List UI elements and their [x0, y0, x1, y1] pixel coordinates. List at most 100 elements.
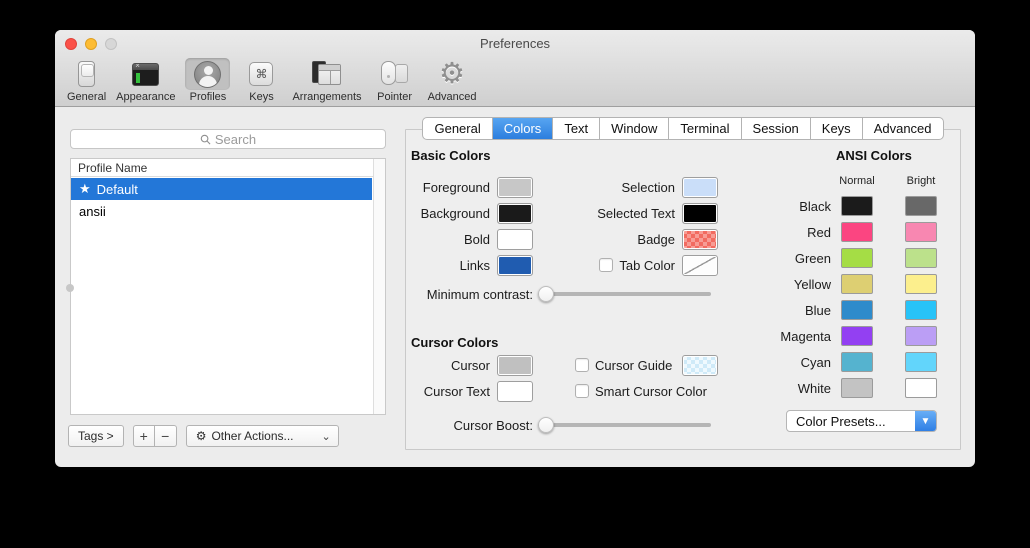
add-profile-button[interactable]: + [133, 425, 155, 447]
cursor-colors-right-column: Cursor Guide Smart Cursor Color [575, 352, 718, 404]
toolbar-item-keys[interactable]: ⌘ Keys [240, 58, 282, 103]
tab-advanced[interactable]: Advanced [862, 118, 943, 139]
splitter-handle-dot[interactable] [66, 284, 74, 292]
tags-button[interactable]: Tags > [68, 425, 124, 447]
ansi-green-bright-well[interactable] [905, 248, 937, 268]
profile-row-ansii[interactable]: ansii [71, 200, 372, 222]
tab-keys[interactable]: Keys [810, 118, 862, 139]
toolbar-item-advanced[interactable]: ⚙ Advanced [428, 58, 477, 103]
general-toggle-icon [78, 61, 95, 87]
slider-knob[interactable] [538, 417, 554, 433]
ansi-yellow-normal-well[interactable] [841, 274, 873, 294]
color-presets-dropdown[interactable]: Color Presets... ▼ [786, 410, 937, 432]
basic-colors-title: Basic Colors [411, 148, 490, 163]
tab-text[interactable]: Text [552, 118, 599, 139]
tab-window[interactable]: Window [599, 118, 668, 139]
ansi-yellow-bright-well[interactable] [905, 274, 937, 294]
cursor-label: Cursor [405, 358, 490, 373]
minimum-contrast-slider[interactable] [538, 286, 711, 302]
window-title: Preferences [55, 36, 975, 51]
badge-label: Badge [637, 232, 675, 247]
chevron-down-icon: ⌄ [321, 430, 330, 443]
ansi-white-normal-well[interactable] [841, 378, 873, 398]
ansi-row-yellow: Yellow [761, 271, 937, 297]
profile-list-header[interactable]: Profile Name [71, 159, 385, 177]
ansi-black-normal-well[interactable] [841, 196, 873, 216]
minimum-contrast-label: Minimum contrast: [410, 287, 533, 302]
selection-color-well[interactable] [682, 177, 718, 198]
selected-text-label: Selected Text [597, 206, 675, 221]
ansi-colors-title: ANSI Colors [836, 148, 937, 163]
tab-color-label: Tab Color [619, 258, 675, 273]
remove-profile-button[interactable]: − [155, 425, 177, 447]
cursor-boost-label: Cursor Boost: [410, 418, 533, 433]
preferences-window: Preferences General Appearance Profiles … [55, 30, 975, 467]
basic-colors-right-column: Selection Selected Text Badge Tab Color [555, 174, 718, 278]
tab-general[interactable]: General [423, 118, 491, 139]
chevron-down-icon: ▼ [915, 411, 936, 431]
selected-text-color-well[interactable] [682, 203, 718, 224]
cursor-guide-color-well[interactable] [682, 355, 718, 376]
bold-color-well[interactable] [497, 229, 533, 250]
tab-colors[interactable]: Colors [492, 118, 553, 139]
tab-terminal[interactable]: Terminal [668, 118, 740, 139]
background-label: Background [405, 206, 490, 221]
links-label: Links [405, 258, 490, 273]
keys-keycap-icon: ⌘ [249, 62, 273, 86]
toolbar-item-general[interactable]: General [67, 58, 106, 103]
toolbar: General Appearance Profiles ⌘ Keys Arran… [67, 58, 477, 103]
slider-knob[interactable] [538, 286, 554, 302]
cursor-boost-row: Cursor Boost: [410, 416, 711, 434]
cursor-colors-left-column: Cursor Cursor Text [405, 352, 533, 404]
tab-color-checkbox[interactable] [599, 258, 613, 272]
cursor-guide-checkbox[interactable] [575, 358, 589, 372]
minimum-contrast-row: Minimum contrast: [410, 285, 711, 303]
ansi-blue-bright-well[interactable] [905, 300, 937, 320]
tab-color-well[interactable] [682, 255, 718, 276]
titlebar[interactable]: Preferences [55, 30, 975, 57]
profiles-person-icon [194, 61, 221, 88]
ansi-cyan-bright-well[interactable] [905, 352, 937, 372]
cursor-guide-label: Cursor Guide [595, 358, 672, 373]
ansi-cyan-normal-well[interactable] [841, 352, 873, 372]
background-color-well[interactable] [497, 203, 533, 224]
toolbar-item-appearance[interactable]: Appearance [116, 58, 175, 103]
window-header: Preferences General Appearance Profiles … [55, 30, 975, 107]
cursor-boost-slider[interactable] [538, 417, 711, 433]
ansi-red-normal-well[interactable] [841, 222, 873, 242]
profile-actions: Tags > + − ⚙ Other Actions... ⌄ [68, 425, 339, 447]
cursor-color-well[interactable] [497, 355, 533, 376]
profile-row-default[interactable]: ★ Default [71, 178, 372, 200]
profile-list-scrollbar[interactable] [373, 159, 385, 414]
ansi-red-bright-well[interactable] [905, 222, 937, 242]
links-color-well[interactable] [497, 255, 533, 276]
cursor-text-label: Cursor Text [405, 384, 490, 399]
profile-tabbar: General Colors Text Window Terminal Sess… [405, 117, 961, 140]
ansi-row-blue: Blue [761, 297, 937, 323]
ansi-magenta-normal-well[interactable] [841, 326, 873, 346]
default-star-icon: ★ [79, 181, 91, 197]
cursor-text-color-well[interactable] [497, 381, 533, 402]
toolbar-item-profiles[interactable]: Profiles [185, 58, 230, 103]
toolbar-item-pointer[interactable]: Pointer [372, 58, 418, 103]
profile-list: Profile Name ★ Default ansii [70, 158, 386, 415]
ansi-row-white: White [761, 375, 937, 401]
selection-label: Selection [622, 180, 675, 195]
ansi-magenta-bright-well[interactable] [905, 326, 937, 346]
tab-session[interactable]: Session [741, 118, 810, 139]
badge-color-well[interactable] [682, 229, 718, 250]
other-actions-dropdown[interactable]: ⚙ Other Actions... ⌄ [186, 425, 339, 447]
ansi-black-bright-well[interactable] [905, 196, 937, 216]
foreground-color-well[interactable] [497, 177, 533, 198]
smart-cursor-color-checkbox[interactable] [575, 384, 589, 398]
ansi-green-normal-well[interactable] [841, 248, 873, 268]
smart-cursor-color-label: Smart Cursor Color [595, 384, 707, 399]
foreground-label: Foreground [405, 180, 490, 195]
screen: Preferences General Appearance Profiles … [0, 0, 1030, 548]
ansi-blue-normal-well[interactable] [841, 300, 873, 320]
toolbar-item-arrangements[interactable]: Arrangements [292, 58, 361, 103]
search-input[interactable]: Search [70, 129, 386, 149]
gear-icon: ⚙ [439, 61, 465, 87]
ansi-normal-header: Normal [835, 175, 879, 187]
ansi-white-bright-well[interactable] [905, 378, 937, 398]
